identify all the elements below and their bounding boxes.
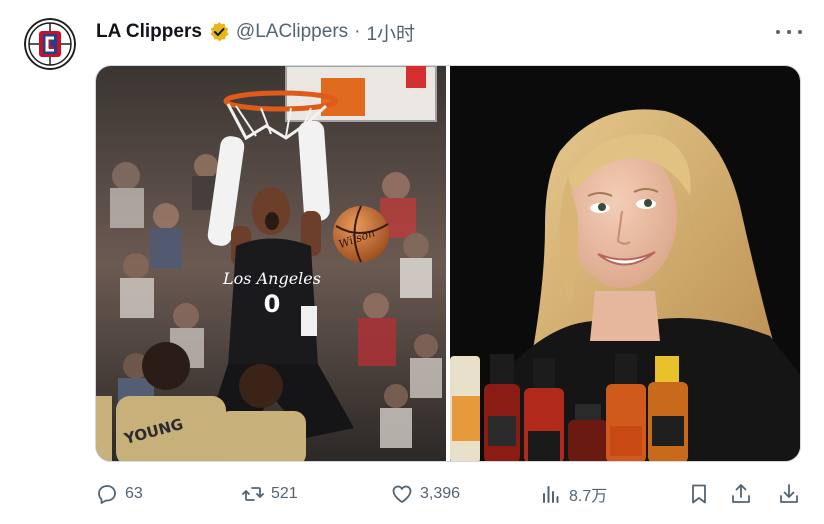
analytics-icon	[543, 486, 559, 503]
jersey-text: Los Angeles	[222, 269, 321, 288]
verified-badge-icon	[208, 21, 230, 43]
jersey-number: 0	[264, 290, 281, 318]
retweet-button[interactable]: 521	[241, 480, 298, 508]
reply-button[interactable]: 63	[95, 480, 143, 508]
clippers-logo-icon	[24, 18, 76, 70]
more-options-icon[interactable]	[776, 22, 802, 42]
basketball-dunk-photo[interactable]: Los Angeles 0 Wilson YOUNG	[96, 66, 446, 461]
reply-count: 63	[125, 485, 143, 502]
media-grid: Los Angeles 0 Wilson YOUNG	[95, 65, 801, 462]
view-count: 8.7万	[569, 488, 608, 505]
download-button[interactable]	[777, 480, 801, 508]
share-icon	[732, 484, 750, 503]
like-count: 3,396	[420, 485, 461, 502]
bookmark-icon	[692, 484, 706, 504]
download-icon	[780, 484, 798, 503]
like-button[interactable]: 3,396	[390, 480, 460, 508]
retweet-count: 521	[271, 485, 298, 502]
timestamp[interactable]: 1小时	[366, 19, 415, 46]
hot-sauce-interview-photo[interactable]	[450, 66, 800, 461]
views-button[interactable]: 8.7万	[539, 480, 607, 508]
bookmark-button[interactable]	[687, 480, 711, 508]
share-button[interactable]	[729, 480, 753, 508]
retweet-icon	[242, 487, 264, 501]
display-name[interactable]: LA Clippers	[96, 21, 202, 43]
avatar[interactable]	[24, 18, 76, 70]
heart-icon	[392, 485, 412, 503]
tweet-card[interactable]: LA Clippers @LAClippers · 1小时 Los Angele…	[0, 0, 824, 524]
handle[interactable]: @LAClippers	[236, 21, 348, 43]
reply-icon	[98, 485, 116, 504]
separator: ·	[354, 21, 361, 42]
tweet-header: LA Clippers @LAClippers · 1小时	[96, 19, 415, 46]
tweet-actions: 63 521 3,396 8.7万	[95, 480, 801, 508]
